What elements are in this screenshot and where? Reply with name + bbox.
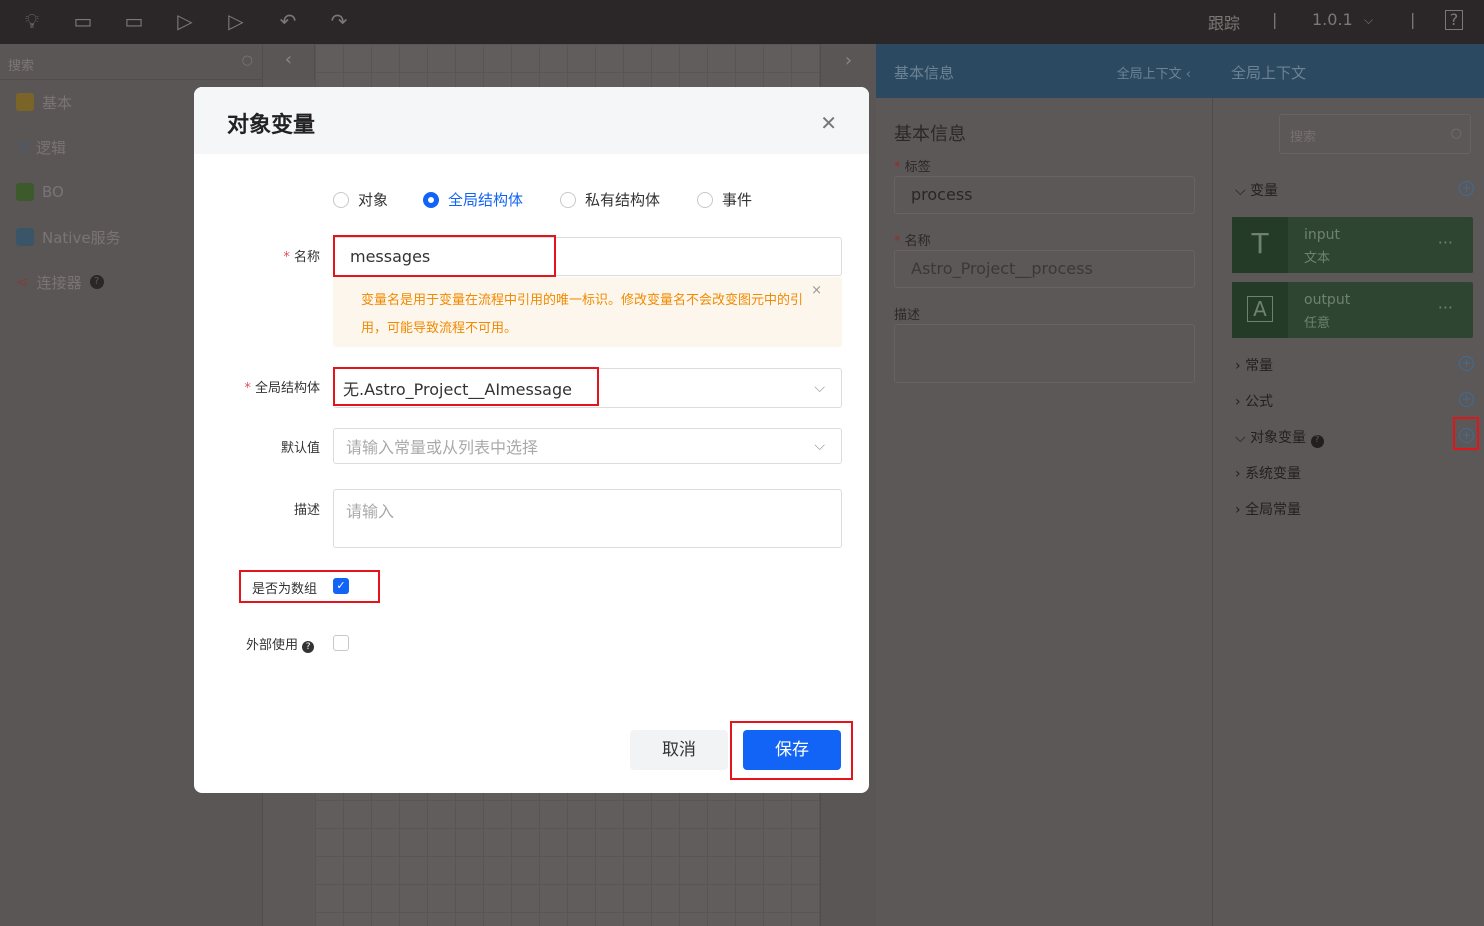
basic-icon	[16, 93, 34, 111]
radio-private-struct[interactable]: 私有结构体	[560, 189, 660, 210]
collapse-left-button[interactable]: ‹	[263, 44, 315, 80]
system-vars-section[interactable]: › 系统变量	[1235, 463, 1301, 483]
close-icon[interactable]: ✕	[820, 111, 837, 135]
variables-section[interactable]: ⌵ 变量	[1235, 180, 1278, 200]
sidebar-item-connector[interactable]: ⋖ 连接器?	[16, 270, 104, 294]
sidebar-item-native[interactable]: Native服务	[16, 225, 121, 249]
separator: |	[1410, 10, 1416, 29]
global-consts-section[interactable]: › 全局常量	[1235, 499, 1301, 519]
run-icon[interactable]: ▷	[172, 8, 198, 34]
text-icon: T	[1232, 217, 1288, 273]
highlight-box	[333, 367, 599, 406]
label-label: * 标签	[894, 160, 931, 175]
panel-header: 基本信息 全局上下文 ‹	[876, 44, 1213, 98]
panel-header: 全局上下文	[1213, 44, 1484, 98]
share-icon: ⋖	[16, 273, 29, 291]
warning-alert: 变量名是用于变量在流程中引用的唯一标识。修改变量名不会改变图元中的引用，可能导致…	[333, 277, 842, 347]
dialog-title: 对象变量	[227, 113, 316, 138]
dialog-header: 对象变量 ✕	[194, 87, 869, 154]
debug-icon[interactable]: ▷	[223, 8, 249, 34]
lightbulb-icon[interactable]: 💡︎	[19, 8, 45, 34]
name-label: * 名称	[894, 234, 931, 249]
top-toolbar: 💡︎ ▭ ▭ ▷ ▷ ↶ ↷ 跟踪 | 1.0.1 ⌵ | ?	[0, 0, 1484, 44]
highlight-box	[730, 721, 853, 780]
more-icon[interactable]: ···	[1438, 233, 1453, 252]
search-icon: ○	[1450, 126, 1462, 141]
chevron-down-icon: ⌵	[814, 438, 825, 454]
object-variable-dialog: 对象变量 ✕ 对象 全局结构体 私有结构体 事件 * 名称 messages 变…	[194, 87, 869, 793]
sidebar-search-input[interactable]: 搜索 ○	[0, 44, 263, 80]
redo-icon[interactable]: ↷	[326, 8, 352, 34]
undo-icon[interactable]: ↶	[275, 8, 301, 34]
struct-label: * 全局结构体	[244, 381, 320, 396]
radio-event[interactable]: 事件	[697, 189, 752, 210]
save-all-icon[interactable]: ▭	[121, 8, 147, 34]
add-formula-icon[interactable]: +	[1459, 392, 1474, 407]
section-title: 基本信息	[894, 124, 966, 145]
desc-label: 描述	[293, 503, 320, 518]
bo-icon	[16, 183, 34, 201]
sidebar-item-basic[interactable]: 基本	[16, 90, 72, 114]
default-label: 默认值	[280, 441, 320, 456]
context-search-input[interactable]: 搜索 ○	[1279, 114, 1471, 154]
global-context-toggle[interactable]: 全局上下文 ‹	[1117, 63, 1191, 82]
label-input[interactable]: process	[894, 176, 1195, 214]
sidebar-item-bo[interactable]: BO	[16, 180, 64, 204]
help-icon: ?	[89, 275, 104, 289]
variable-card[interactable]: Tinput 文本 ···	[1232, 217, 1473, 273]
version-select[interactable]: 1.0.1	[1312, 10, 1353, 29]
shuffle-icon: ⤮	[16, 138, 29, 156]
close-icon[interactable]: ×	[811, 277, 822, 305]
name-input[interactable]: Astro_Project__process	[894, 250, 1195, 288]
help-icon: ?	[1310, 435, 1324, 448]
highlight-box	[1453, 417, 1479, 450]
formulas-section[interactable]: › 公式	[1235, 391, 1273, 411]
highlight-box	[239, 570, 380, 603]
search-icon: ○	[241, 53, 253, 68]
chevron-down-icon[interactable]: ⌵	[1364, 13, 1373, 28]
help-icon: ?	[302, 641, 315, 653]
highlight-box	[333, 235, 556, 277]
any-icon: A	[1232, 282, 1288, 338]
separator: |	[1272, 10, 1278, 29]
native-icon	[16, 228, 34, 246]
global-context-panel: 全局上下文 搜索 ○ ⌵ 变量 + Tinput 文本 ··· Aoutput 任意 ··…	[1213, 44, 1484, 926]
radio-object[interactable]: 对象	[333, 189, 388, 210]
external-checkbox[interactable]	[333, 635, 349, 651]
save-icon[interactable]: ▭	[70, 8, 96, 34]
sidebar-item-logic[interactable]: ⤮ 逻辑	[16, 135, 66, 159]
chevron-down-icon: ⌵	[814, 380, 825, 396]
trace-button[interactable]: 跟踪	[1208, 10, 1240, 34]
object-vars-section[interactable]: ⌵ 对象变量 ?	[1235, 427, 1324, 448]
add-variable-icon[interactable]: +	[1459, 181, 1474, 196]
cancel-button[interactable]: 取消	[630, 730, 728, 770]
desc-textarea[interactable]: 请输入	[333, 489, 842, 548]
constants-section[interactable]: › 常量	[1235, 355, 1273, 375]
radio-global-struct[interactable]: 全局结构体	[423, 189, 523, 210]
default-select[interactable]: 请输入常量或从列表中选择 ⌵	[333, 428, 842, 464]
external-label: 外部使用 ?	[246, 634, 315, 653]
variable-card[interactable]: Aoutput 任意 ···	[1232, 282, 1473, 338]
name-label: * 名称	[283, 250, 320, 265]
add-constant-icon[interactable]: +	[1459, 356, 1474, 371]
more-icon[interactable]: ···	[1438, 298, 1453, 317]
help-icon[interactable]: ?	[1445, 10, 1463, 30]
desc-textarea[interactable]	[894, 324, 1195, 383]
desc-label: 描述	[894, 308, 921, 323]
basic-info-panel: 基本信息 全局上下文 ‹ 基本信息 * 标签 process * 名称 Astro…	[876, 44, 1213, 926]
